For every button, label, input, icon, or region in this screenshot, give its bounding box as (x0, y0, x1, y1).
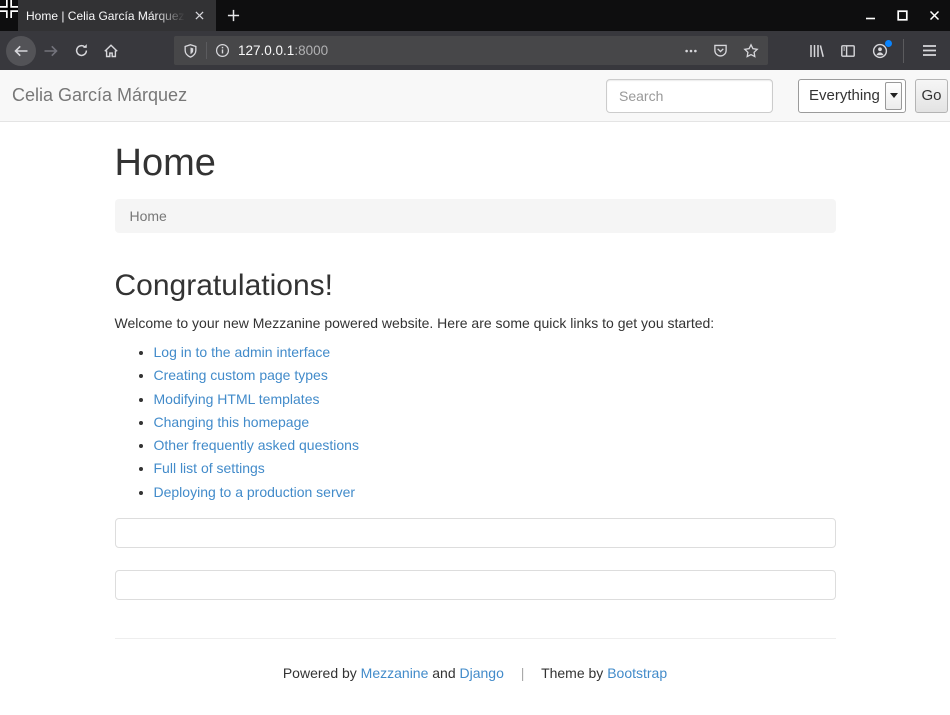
url-bar[interactable]: 127.0.0.1:8000 (174, 36, 768, 65)
browser-tab[interactable]: Home | Celia García Márquez (18, 0, 216, 31)
site-info-icon[interactable] (215, 43, 230, 58)
django-link[interactable]: Django (460, 665, 504, 681)
tab-title: Home | Celia García Márquez (26, 8, 185, 23)
site-footer: Powered by Mezzanine and Django | Theme … (115, 639, 836, 681)
new-tab-button[interactable] (216, 0, 250, 31)
search-scope-value: Everything (809, 87, 880, 104)
site-brand[interactable]: Celia García Márquez (12, 85, 187, 106)
url-host: 127.0.0.1 (238, 43, 295, 58)
page-content: Celia García Márquez Everything Go Home … (0, 70, 950, 715)
bootstrap-link[interactable]: Bootstrap (607, 665, 667, 681)
list-item: Log in to the admin interface (154, 341, 836, 364)
window-controls (854, 0, 950, 31)
search-go-button[interactable]: Go (915, 78, 948, 113)
breadcrumb: Home (114, 199, 836, 233)
mezzanine-link[interactable]: Mezzanine (361, 665, 429, 681)
custom-page-types-link[interactable]: Creating custom page types (154, 367, 328, 383)
sidebar-icon[interactable] (833, 36, 863, 66)
settings-link[interactable]: Full list of settings (154, 460, 265, 476)
account-icon[interactable] (865, 36, 895, 66)
empty-panel-2 (114, 570, 836, 601)
changing-homepage-link[interactable]: Changing this homepage (154, 414, 310, 430)
library-icon[interactable] (801, 36, 831, 66)
theme-by-text: Theme by (541, 665, 604, 682)
browser-toolbar: 127.0.0.1:8000 (0, 31, 950, 70)
empty-panel-1 (114, 518, 836, 549)
list-item: Deploying to a production server (154, 481, 836, 504)
bookmark-star-icon[interactable] (743, 42, 759, 59)
admin-interface-link[interactable]: Log in to the admin interface (154, 344, 331, 360)
home-button[interactable] (96, 36, 126, 66)
browser-tab-bar: Home | Celia García Márquez (0, 0, 950, 31)
list-item: Full list of settings (154, 457, 836, 480)
forward-button[interactable] (36, 36, 66, 66)
footer-separator: | (520, 665, 525, 682)
url-text[interactable]: 127.0.0.1:8000 (238, 43, 328, 58)
toolbar-divider (903, 38, 904, 63)
quick-links-list: Log in to the admin interface Creating c… (115, 341, 836, 504)
search-form: Everything Go (606, 78, 948, 113)
urlbar-divider (206, 42, 207, 59)
url-port: :8000 (294, 43, 329, 58)
search-input[interactable] (606, 78, 773, 113)
pocket-icon[interactable] (713, 43, 728, 58)
powered-by-text: Powered by (282, 665, 357, 682)
search-scope-select[interactable]: Everything (798, 78, 906, 113)
tab-close-icon[interactable] (190, 7, 208, 25)
back-button[interactable] (6, 35, 36, 66)
production-server-link[interactable]: Deploying to a production server (154, 484, 356, 500)
intro-text: Welcome to your new Mezzanine powered we… (114, 315, 715, 331)
page-title: Home (114, 142, 216, 184)
list-item: Creating custom page types (154, 364, 836, 387)
site-navbar: Celia García Márquez Everything Go (0, 70, 950, 122)
close-window-button[interactable] (918, 0, 950, 31)
crosshair-cursor-icon (0, 0, 18, 18)
congratulations-heading: Congratulations! (114, 269, 333, 302)
reload-button[interactable] (66, 36, 96, 66)
page-actions-icon[interactable] (684, 44, 698, 58)
notification-dot (885, 39, 892, 47)
minimize-button[interactable] (854, 0, 886, 31)
list-item: Changing this homepage (154, 411, 836, 434)
menu-icon[interactable] (914, 36, 944, 66)
breadcrumb-current: Home (129, 208, 167, 224)
list-item: Other frequently asked questions (154, 434, 836, 457)
list-item: Modifying HTML templates (154, 388, 836, 411)
tracking-shield-icon[interactable] (183, 43, 198, 59)
faq-link[interactable]: Other frequently asked questions (154, 437, 359, 453)
maximize-button[interactable] (886, 0, 918, 31)
and-text: and (432, 665, 456, 682)
chevron-down-icon (885, 81, 902, 110)
html-templates-link[interactable]: Modifying HTML templates (154, 391, 320, 407)
